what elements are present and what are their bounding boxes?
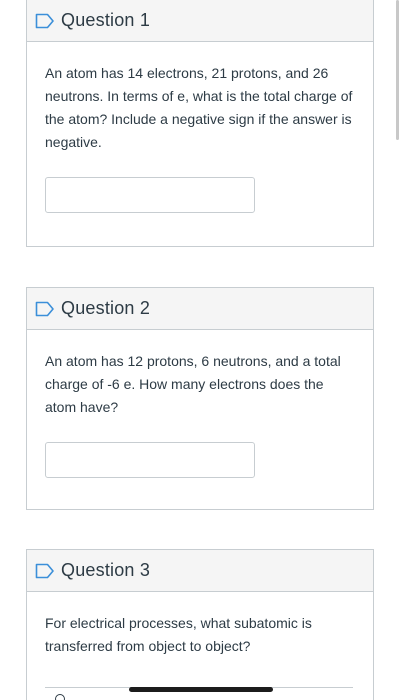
flag-icon[interactable] [35,13,55,29]
scrollbar[interactable] [396,0,399,140]
question-text: An atom has 12 protons, 6 neutrons, and … [45,353,341,415]
question-body: An atom has 12 protons, 6 neutrons, and … [27,330,373,478]
question-body: An atom has 14 electrons, 21 protons, an… [27,42,373,213]
flag-icon[interactable] [35,301,55,317]
flag-icon[interactable] [35,563,55,579]
question-1-card: Question 1 An atom has 14 electrons, 21 … [26,0,374,247]
question-text: An atom has 14 electrons, 21 protons, an… [45,65,353,150]
question-text: For electrical processes, what subatomic… [45,615,312,654]
question-2-card: Question 2 An atom has 12 protons, 6 neu… [26,287,374,510]
question-header: Question 1 [27,0,373,42]
question-body: For electrical processes, what subatomic… [27,592,373,658]
question-title: Question 2 [61,298,151,318]
answer-input[interactable] [45,177,255,213]
question-title: Question 3 [61,560,151,580]
question-header: Question 2 [27,288,373,330]
question-header: Question 3 [27,550,373,592]
question-3-card: Question 3 For electrical processes, wha… [26,549,374,700]
answer-input[interactable] [45,442,255,478]
answer-option-radio[interactable] [55,694,65,700]
home-indicator[interactable] [129,687,273,692]
question-title: Question 1 [61,10,151,30]
